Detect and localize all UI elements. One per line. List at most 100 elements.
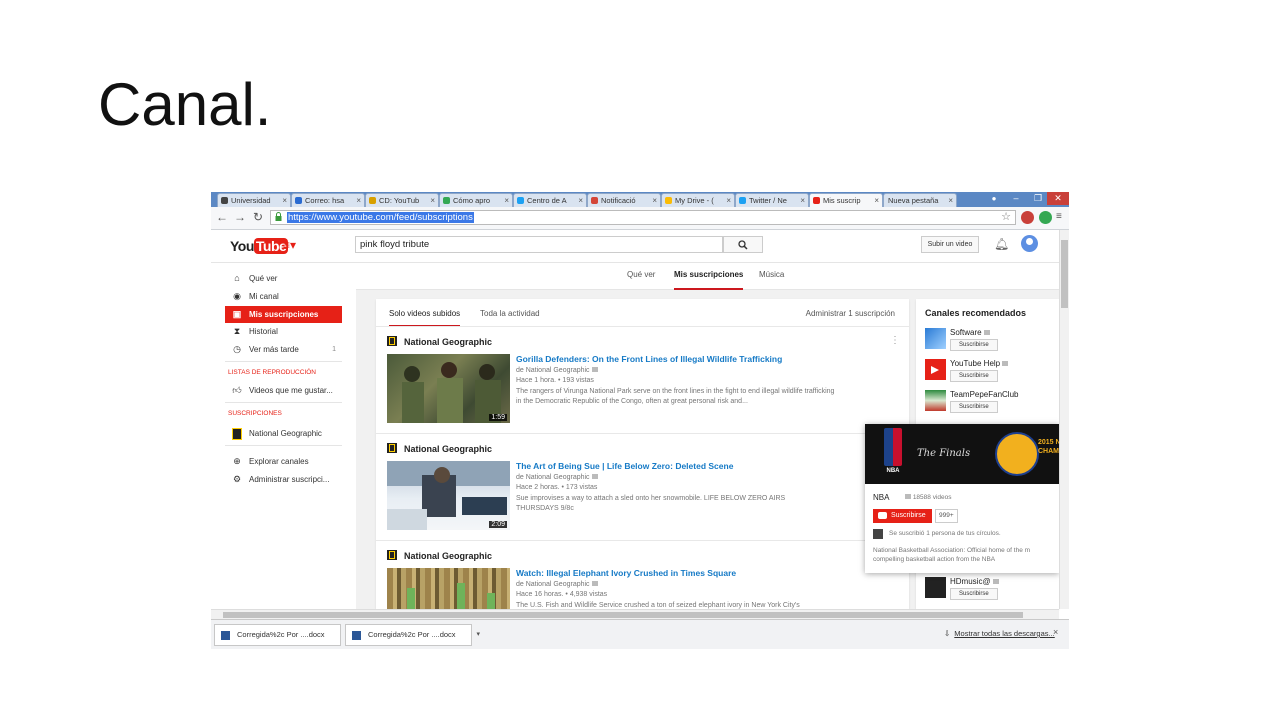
restore-icon[interactable]: ❐ [1027,192,1049,205]
tab-close-icon[interactable]: × [356,194,361,207]
tab-close-icon[interactable]: × [430,194,435,207]
channel-label: National Geographic [404,337,493,347]
tab-solo-videos[interactable]: Solo videos subidos [389,299,461,327]
gmail-icon [591,197,598,204]
channel-name[interactable]: National Geographic [387,336,492,348]
channel-name[interactable]: National Geographic [387,550,492,562]
tab-close-icon[interactable]: × [726,194,731,207]
byline-text: de National Geographic [516,581,590,588]
video-title[interactable]: Gorilla Defenders: On the Front Lines of… [516,354,782,364]
sidebar-item-mis-suscripciones[interactable]: ▣ Mis suscripciones [225,306,342,323]
address-bar[interactable]: https://www.youtube.com/feed/subscriptio… [270,210,1016,225]
download-item[interactable]: Corregida%2c Por ....docx▾ [214,624,349,646]
subscriber-count: 999+ [935,509,958,523]
verified-icon [1002,361,1009,366]
scrollbar-thumb[interactable] [223,612,1023,618]
tab-close-icon[interactable]: × [800,194,805,207]
sidebar-item-manage[interactable]: ⚙ Administrar suscripci... [225,471,342,488]
manage-subscriptions-link[interactable]: Administrar 1 suscripción [806,299,895,329]
youtube-logo[interactable]: You Tube [230,238,289,254]
channel-hovercard: NBA The Finals 2015 N CHAMP NBA 18588 vi… [865,424,1059,573]
extension-icon[interactable] [1021,211,1034,224]
tab-close-icon[interactable]: × [504,194,509,207]
video-thumbnail[interactable] [387,568,510,609]
close-downloads-icon[interactable]: × [1053,627,1058,637]
extension-icon[interactable] [1039,211,1052,224]
tab-close-icon[interactable]: × [578,194,583,207]
tab-musica[interactable]: Música [759,263,784,288]
sidebar-item-label: Ver más tarde [249,345,299,354]
reco-channel-name: HDmusic@ [950,577,999,586]
sidebar-item-liked-videos[interactable]: 👍︎ Videos que me gustar... [225,382,342,399]
minimize-icon[interactable]: – [1005,192,1027,205]
subscribe-button[interactable]: Suscribirse [950,588,998,600]
browser-tab[interactable]: Twitter / Ne × [735,193,809,207]
tab-que-ver[interactable]: Qué ver [627,263,655,288]
guide-menu-icon[interactable]: ≡▾ [283,239,296,251]
menu-icon[interactable]: ≡ [1056,210,1062,224]
notifications-bell-icon[interactable]: 🔔︎ [994,237,1009,251]
forward-icon[interactable]: → [234,210,246,224]
back-icon[interactable]: ← [216,210,228,224]
byline-text: de National Geographic [516,474,590,481]
browser-tab[interactable]: Notificació × [587,193,661,207]
subscribe-button[interactable]: Suscribirse [950,339,998,351]
sidebar-item-historial[interactable]: ⧗ Historial [225,323,342,340]
gear-icon: ⚙ [232,474,242,484]
sidebar-item-que-ver[interactable]: ⌂ Qué ver [225,270,342,287]
tab-close-icon[interactable]: × [652,194,657,207]
divider [225,402,342,403]
reco-channel[interactable]: YouTube Help Suscribirse [925,359,1055,385]
tab-close-icon[interactable]: × [282,194,287,207]
sidebar-item-explore[interactable]: ⊕ Explorar canales [225,453,342,470]
search-button[interactable] [723,236,763,253]
top-tabs: Qué ver Mis suscripciones Música [356,263,1059,290]
divider [376,540,909,541]
avatar[interactable] [1021,235,1038,252]
tab-label: Universidad [231,196,271,205]
subscribe-button[interactable]: Suscribirse [950,370,998,382]
bookmark-star-icon[interactable]: ☆ [1001,211,1011,224]
sidebar-item-ver-mas-tarde[interactable]: ◷ Ver más tarde 1 [225,341,342,358]
vertical-scrollbar[interactable] [1059,230,1069,609]
window-close-icon[interactable]: ✕ [1047,192,1069,205]
upload-button[interactable]: Subir un video [921,236,979,253]
reload-icon[interactable]: ↻ [253,210,263,224]
subscribe-button[interactable]: Suscribirse [873,509,932,523]
url-text[interactable]: https://www.youtube.com/feed/subscriptio… [287,212,474,223]
plus-circle-icon: ⊕ [233,456,241,466]
video-thumbnail[interactable]: 2:09 [387,461,510,530]
video-thumbnail[interactable]: 1:59 [387,354,510,423]
browser-tab[interactable]: Centro de A × [513,193,587,207]
reco-channel[interactable]: TeamPepeFanClub Suscribirse [925,390,1055,416]
tab-label: Cómo apro [453,196,491,205]
subscribe-button[interactable]: Suscribirse [950,401,998,413]
reco-channel[interactable]: Software Suscribirse [925,328,1055,354]
user-icon[interactable]: ● [983,192,1005,205]
tab-toda-actividad[interactable]: Toda la actividad [480,299,540,325]
sidebar-item-national-geographic[interactable]: National Geographic [225,425,342,442]
browser-tab[interactable]: Universidad × [217,193,291,207]
sidebar-item-mi-canal[interactable]: ◉ Mi canal [225,288,342,305]
play-icon [931,366,939,374]
browser-tab[interactable]: CD: YouTub × [365,193,439,207]
video-title[interactable]: Watch: Illegal Elephant Ivory Crushed in… [516,568,736,578]
tab-close-icon[interactable]: × [874,194,879,207]
reco-channel[interactable]: HDmusic@ Suscribirse [925,577,1055,603]
chevron-down-icon[interactable]: ▾ [476,625,480,645]
channel-name[interactable]: National Geographic [387,443,492,455]
scrollbar-thumb[interactable] [1061,240,1068,308]
browser-tab[interactable]: My Drive - (× [661,193,735,207]
download-item[interactable]: Corregida%2c Por ....docx▾ [345,624,480,646]
browser-tab-active[interactable]: Mis suscrip × [809,193,883,207]
more-options-icon[interactable]: ⋮ [890,335,900,346]
video-title[interactable]: The Art of Being Sue | Life Below Zero: … [516,461,733,471]
channel-name[interactable]: NBA [873,493,889,502]
browser-tab[interactable]: Nueva pestaña × [883,193,957,207]
browser-tab[interactable]: Cómo apro × [439,193,513,207]
tab-mis-suscripciones[interactable]: Mis suscripciones [674,263,744,290]
search-input[interactable]: pink floyd tribute [355,236,723,253]
show-all-downloads-link[interactable]: ⇩ Mostrar todas las descargas... [944,629,1055,638]
browser-tab[interactable]: Correo: hsa × [291,193,365,207]
tab-close-icon[interactable]: × [948,194,953,207]
